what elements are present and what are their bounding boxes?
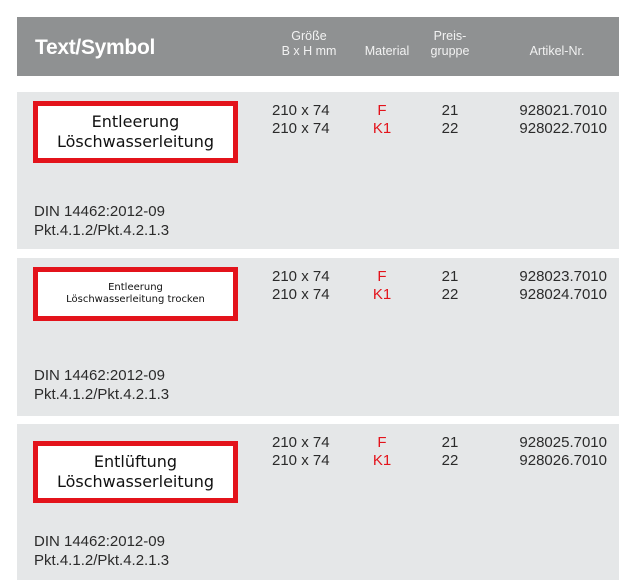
price-group-cell: 21 22	[435, 268, 465, 304]
material-cell: F K1	[367, 434, 397, 470]
norm-section: Pkt.4.1.2/Pkt.4.2.1.3	[34, 222, 170, 239]
column-header-price-line1: Preis-	[433, 29, 467, 43]
sign-text-line1: Entlüftung	[93, 452, 178, 471]
material-value: F	[377, 268, 387, 285]
size-value: 210 x 74	[272, 452, 330, 469]
price-group-value: 22	[441, 452, 459, 469]
norm-standard: DIN 14462:2012-09	[34, 367, 165, 384]
article-number: 928022.7010	[519, 120, 607, 137]
column-header-size-line1: Größe	[291, 29, 327, 43]
material-cell: F K1	[367, 102, 397, 138]
size-cell: 210 x 74 210 x 74	[272, 102, 352, 138]
price-group-cell: 21 22	[435, 434, 465, 470]
sign-image: Entleerung Löschwasserleitung trocken	[33, 267, 238, 321]
price-group-value: 22	[441, 286, 459, 303]
material-value: K1	[372, 120, 392, 137]
norm-standard: DIN 14462:2012-09	[34, 533, 165, 550]
column-header-size-line2: B x H mm	[281, 44, 337, 58]
article-number-cell: 928021.7010 928022.7010	[497, 102, 607, 138]
size-value: 210 x 74	[272, 268, 330, 285]
sign-text-line1: Entleerung	[108, 282, 163, 293]
material-cell: F K1	[367, 268, 397, 304]
article-number: 928021.7010	[519, 102, 607, 119]
size-value: 210 x 74	[272, 434, 330, 451]
norm-reference: DIN 14462:2012-09 Pkt.4.1.2/Pkt.4.2.1.3	[34, 366, 169, 404]
norm-reference: DIN 14462:2012-09 Pkt.4.1.2/Pkt.4.2.1.3	[34, 532, 169, 570]
norm-reference: DIN 14462:2012-09 Pkt.4.1.2/Pkt.4.2.1.3	[34, 202, 169, 240]
size-cell: 210 x 74 210 x 74	[272, 434, 352, 470]
column-header-price-group: Preis- gruppe	[415, 29, 485, 59]
price-group-value: 21	[441, 102, 459, 119]
product-row: Entlüftung Löschwasserleitung 210 x 74 2…	[17, 424, 619, 580]
material-value: F	[377, 434, 387, 451]
material-value: F	[377, 102, 387, 119]
article-number: 928024.7010	[519, 286, 607, 303]
article-number: 928026.7010	[519, 452, 607, 469]
table-header: Text/Symbol Größe B x H mm Material Prei…	[17, 17, 619, 76]
article-number: 928023.7010	[519, 268, 607, 285]
sign-image: Entleerung Löschwasserleitung	[33, 101, 238, 163]
material-value: K1	[372, 286, 392, 303]
article-number-cell: 928023.7010 928024.7010	[497, 268, 607, 304]
price-group-value: 21	[441, 268, 459, 285]
price-group-cell: 21 22	[435, 102, 465, 138]
column-header-size: Größe B x H mm	[261, 29, 357, 59]
price-group-value: 22	[441, 120, 459, 137]
size-value: 210 x 74	[272, 102, 330, 119]
sign-image: Entlüftung Löschwasserleitung	[33, 441, 238, 503]
product-row: Entleerung Löschwasserleitung trocken 21…	[17, 258, 619, 416]
column-header-text-symbol: Text/Symbol	[35, 36, 156, 59]
size-value: 210 x 74	[272, 120, 330, 137]
article-number-cell: 928025.7010 928026.7010	[497, 434, 607, 470]
norm-standard: DIN 14462:2012-09	[34, 203, 165, 220]
column-header-material: Material	[364, 44, 410, 58]
material-value: K1	[372, 452, 392, 469]
sign-text-line2: Löschwasserleitung	[56, 132, 215, 151]
article-number: 928025.7010	[519, 434, 607, 451]
sign-text-line1: Entleerung	[91, 112, 180, 131]
size-value: 210 x 74	[272, 286, 330, 303]
norm-section: Pkt.4.1.2/Pkt.4.2.1.3	[34, 552, 170, 569]
size-cell: 210 x 74 210 x 74	[272, 268, 352, 304]
sign-text-line2: Löschwasserleitung trocken	[66, 294, 205, 305]
column-header-article-number: Artikel-Nr.	[529, 44, 585, 58]
norm-section: Pkt.4.1.2/Pkt.4.2.1.3	[34, 386, 170, 403]
sign-text-line2: Löschwasserleitung	[56, 472, 215, 491]
product-row: Entleerung Löschwasserleitung 210 x 74 2…	[17, 92, 619, 249]
price-group-value: 21	[441, 434, 459, 451]
column-header-price-line2: gruppe	[430, 44, 470, 58]
